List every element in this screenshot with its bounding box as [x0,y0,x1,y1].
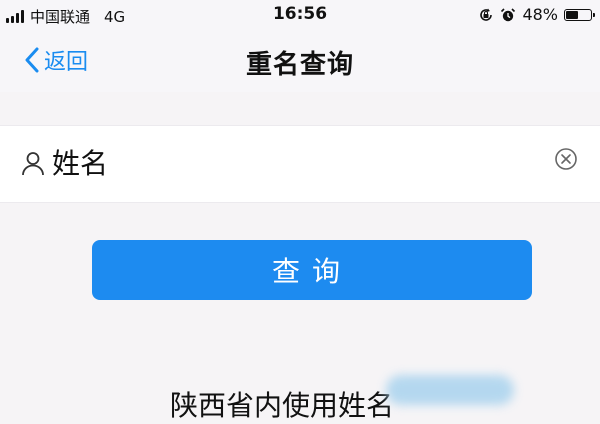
name-input-row [0,125,600,203]
battery-icon [564,8,595,21]
result-text: 陕西省内使用姓名 [170,389,395,422]
user-icon [22,152,44,176]
rotation-lock-icon [480,8,493,21]
status-right: 48% [478,5,595,24]
battery-percent: 48% [522,5,558,24]
battery-fill [566,10,578,19]
query-button-label: 查询 [271,255,352,288]
status-bar: 中国联通 4G 16:56 48% [0,0,600,30]
query-button[interactable]: 查询 [92,240,532,300]
alarm-icon [501,7,516,21]
blurred-region [386,375,514,405]
navigation-bar: 返回 重名查询 [0,30,600,92]
clear-icon[interactable] [554,147,578,171]
page-title: 重名查询 [245,50,354,80]
name-input[interactable] [52,140,532,186]
